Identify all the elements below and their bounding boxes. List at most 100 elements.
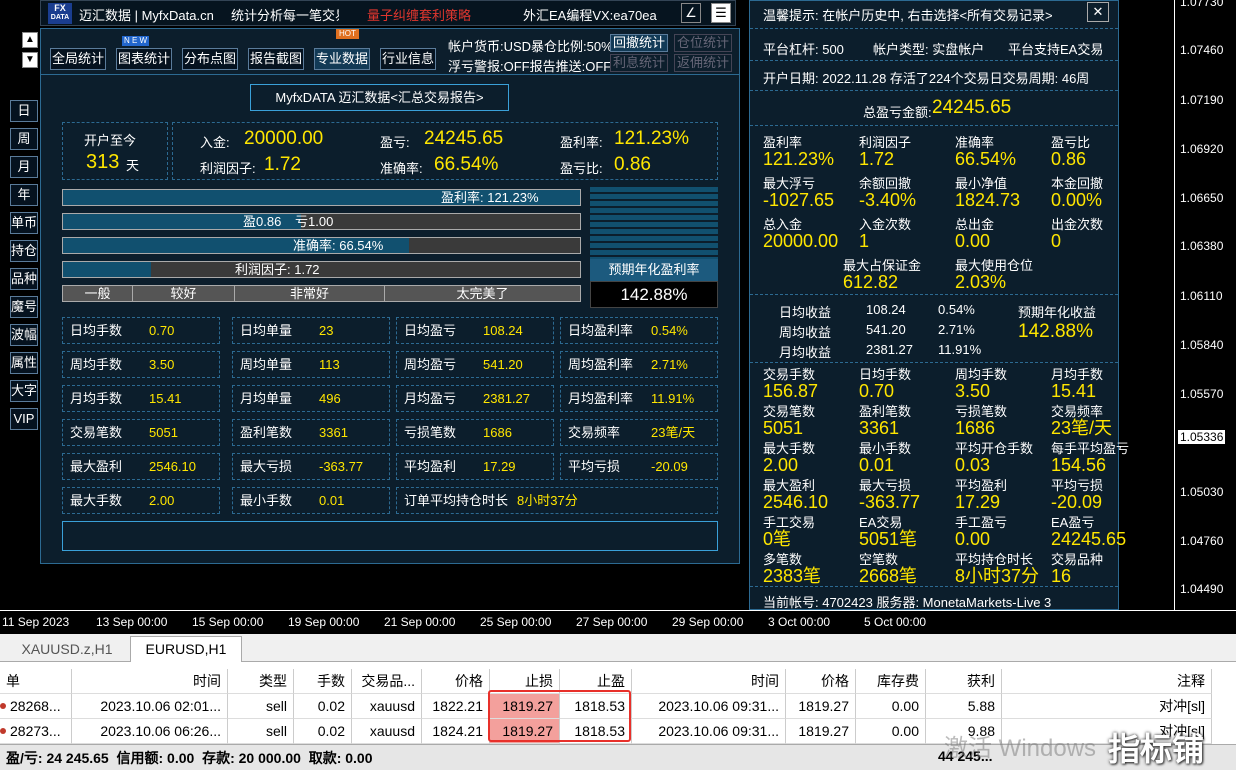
- table-header[interactable]: 类型: [228, 669, 294, 694]
- side-tab[interactable]: 周: [10, 128, 38, 150]
- right-stat: 日均手数 0.70: [859, 368, 911, 401]
- rebate-stats-button[interactable]: 返佣统计: [674, 54, 733, 72]
- table-header[interactable]: 时间: [72, 669, 228, 694]
- right-stat: 交易品种 16: [1051, 553, 1103, 586]
- right-stat: 最大占保证金 612.82: [843, 259, 921, 292]
- side-tab[interactable]: 日: [10, 100, 38, 122]
- table-header[interactable]: 库存费: [856, 669, 926, 694]
- table-cell: 1819.27: [786, 694, 856, 719]
- annual-stripes: [590, 187, 718, 259]
- side-tab[interactable]: 持仓: [10, 240, 38, 262]
- price-tick: 1.07190: [1180, 93, 1224, 107]
- win-loss-bar: 盈0.86 亏1.00: [62, 213, 581, 230]
- stat-label: 月均手数: [70, 391, 123, 406]
- right-stat-value: 612.82: [843, 272, 899, 292]
- table-cell: xauusd: [352, 719, 422, 744]
- profit-rate-bar-label: 盈利率: 121.23%: [441, 190, 539, 205]
- right-stat-value: -1027.65: [763, 190, 835, 210]
- nav-pro-data[interactable]: 专业数据: [314, 48, 370, 70]
- rate-label: 盈利率:: [560, 135, 603, 150]
- tab-xauusd[interactable]: XAUUSD.z,H1: [8, 638, 126, 660]
- right-stat-label: 盈利笔数: [859, 404, 912, 419]
- right-stat-label: 最大使用仓位: [955, 258, 1034, 273]
- side-tab[interactable]: 单币: [10, 212, 38, 234]
- table-header[interactable]: 时间: [632, 669, 786, 694]
- pen-icon[interactable]: ∠: [681, 3, 701, 23]
- side-tab[interactable]: 波幅: [10, 324, 38, 346]
- price-tick: 1.07730: [1180, 0, 1224, 9]
- scroll-up-button[interactable]: ▲: [22, 32, 38, 48]
- table-cell: 1822.21: [422, 694, 490, 719]
- right-stat: 出金次数 0: [1051, 218, 1103, 251]
- income-label: 月均收益: [779, 345, 832, 360]
- profit-label: 盈亏:: [380, 135, 410, 150]
- nav-industry-info[interactable]: 行业信息: [380, 48, 436, 70]
- since-open-days: 313: [86, 151, 120, 173]
- right-stat-label: 入金次数: [859, 217, 912, 232]
- highlight-sl-tp: [488, 690, 631, 742]
- avg-hold-cell: 订单平均持仓时长 8小时37分: [396, 487, 718, 514]
- stat-cell: 平均盈利 17.29: [396, 453, 554, 480]
- right-stat: 平均盈利 17.29: [955, 479, 1007, 512]
- table-header[interactable]: 注释: [1002, 669, 1212, 694]
- right-stat-value: 5051笔: [859, 529, 918, 549]
- accuracy-bar: 准确率: 66.54%: [62, 237, 581, 254]
- leverage-text: 平台杠杆: 500: [763, 42, 844, 57]
- retrace-stats-button[interactable]: 回撤统计: [610, 34, 669, 52]
- stat-value: 3361: [319, 425, 348, 440]
- since-open-label: 开户至今: [84, 133, 137, 148]
- stat-label: 日均手数: [70, 323, 123, 338]
- current-price-tag: 1.05336: [1178, 430, 1226, 444]
- stat-cell: 周均盈利率 2.71%: [560, 351, 718, 378]
- side-tab[interactable]: 魔号: [10, 296, 38, 318]
- date-tick: 27 Sep 00:00: [576, 615, 648, 629]
- right-stat-label: 手工盈亏: [955, 515, 1008, 530]
- side-tab[interactable]: 年: [10, 184, 38, 206]
- table-header[interactable]: 交易品...: [352, 669, 422, 694]
- table-header[interactable]: 手数: [294, 669, 352, 694]
- side-tab[interactable]: 月: [10, 156, 38, 178]
- sell-order-icon: [0, 728, 6, 734]
- side-tab[interactable]: 品种: [10, 268, 38, 290]
- total-profit-label: 总盈亏金额:: [863, 105, 932, 120]
- right-stat-value: 0.70: [859, 381, 895, 401]
- table-header[interactable]: 获利: [926, 669, 1002, 694]
- rate-value: 121.23%: [614, 128, 690, 149]
- right-stat: 交易频率 23笔/天: [1051, 405, 1112, 438]
- menu-icon[interactable]: ☰: [711, 3, 731, 23]
- report-footer-box: [62, 521, 718, 551]
- nav-report-screenshot[interactable]: 报告截图: [248, 48, 304, 70]
- table-header[interactable]: 价格: [422, 669, 490, 694]
- stat-label: 交易笔数: [70, 425, 123, 440]
- table-header[interactable]: 单: [0, 669, 72, 694]
- side-tab[interactable]: VIP: [10, 408, 38, 430]
- tab-eurusd[interactable]: EURUSD,H1: [130, 636, 242, 662]
- right-stat-value: 1824.73: [955, 190, 1021, 210]
- scroll-down-button[interactable]: ▼: [22, 52, 38, 68]
- panel-line-3: [750, 90, 1118, 91]
- profit-value: 24245.65: [424, 128, 504, 149]
- account-type-text: 帐户类型: 实盘帐户: [873, 42, 985, 57]
- stat-cell: 月均盈亏 2381.27: [396, 385, 554, 412]
- side-tab[interactable]: 属性: [10, 352, 38, 374]
- position-stats-button[interactable]: 仓位统计: [674, 34, 733, 52]
- stat-value: 2546.10: [149, 459, 196, 474]
- nav-chart-stats[interactable]: 图表统计: [116, 48, 172, 70]
- nav-global-stats[interactable]: 全局统计: [50, 48, 106, 70]
- interest-stats-button[interactable]: 利息统计: [610, 54, 669, 72]
- right-stat-label: 余额回撤: [859, 176, 912, 191]
- close-icon[interactable]: ✕: [1087, 2, 1109, 22]
- right-stat-value: 17.29: [955, 492, 1001, 512]
- slogan: 统计分析每一笔交易: [231, 8, 339, 23]
- right-stat: 入金次数 1: [859, 217, 912, 251]
- right-stat-value: 2546.10: [763, 492, 829, 512]
- brand-watermark: 指标铺: [1108, 731, 1205, 767]
- income-label: 日均收益: [779, 305, 832, 320]
- side-tab[interactable]: 大字: [10, 380, 38, 402]
- nav-distribution[interactable]: 分布点图: [182, 48, 238, 70]
- table-header[interactable]: 价格: [786, 669, 856, 694]
- promo-link[interactable]: 量子纠缠套利策略: [367, 5, 471, 24]
- table-cell: 0.02: [294, 694, 352, 719]
- scale-very-good: 非常好: [235, 286, 385, 301]
- date-tick: 15 Sep 00:00: [192, 615, 264, 629]
